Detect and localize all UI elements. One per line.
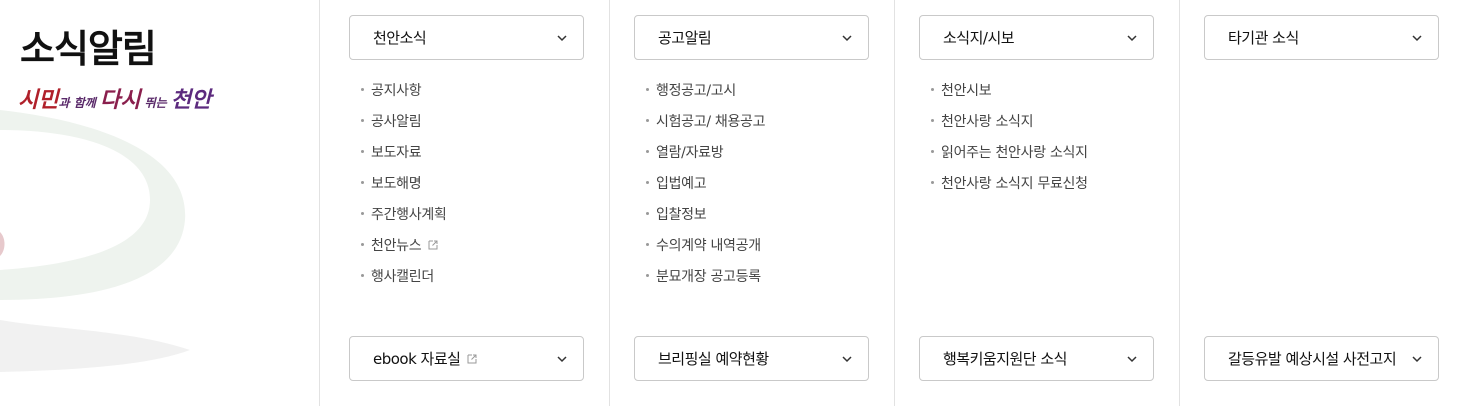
list-item[interactable]: 주간행사계획 (361, 198, 447, 229)
menu-link[interactable]: 열람/자료방 (656, 142, 724, 162)
column-divider (1179, 0, 1180, 406)
menu-link[interactable]: 행정공고/고시 (656, 80, 736, 100)
slogan-part-2: 과 함께 (58, 96, 100, 110)
list-item[interactable]: 열람/자료방 (646, 136, 765, 167)
chevron-down-icon (1412, 34, 1422, 41)
slogan: 시민과 함께 다시 뛰는 천안 (18, 82, 211, 114)
list-item[interactable]: 천안사랑 소식지 (931, 105, 1088, 136)
list-item[interactable]: 행사캘린더 (361, 260, 446, 291)
category-select-conflict-facilities[interactable]: 갈등유발 예상시설 사전고지 (1204, 336, 1439, 381)
category-select-happy-support[interactable]: 행복키움지원단 소식 (919, 336, 1154, 381)
list-item[interactable]: 수의계약 내역공개 (646, 229, 765, 260)
left-panel: 소식알림 시민과 함께 다시 뛰는 천안 (0, 0, 320, 406)
slogan-part-5: 천안 (170, 87, 212, 113)
list-item[interactable]: 공지사항 (361, 74, 446, 105)
chevron-down-icon (557, 355, 567, 362)
menu-link-external[interactable]: 천안뉴스 (371, 235, 439, 255)
select-label: 천안소식 (373, 29, 427, 47)
list-item[interactable]: 분묘개장 공고등록 (646, 260, 765, 291)
column-divider (609, 0, 610, 406)
category-select-ebook[interactable]: ebook 자료실 (349, 336, 584, 381)
list-item[interactable]: 행정공고/고시 (646, 74, 765, 105)
select-label: 브리핑실 예약현황 (658, 350, 769, 368)
slogan-part-4: 뛰는 (140, 96, 171, 110)
menu-link[interactable]: 천안사랑 소식지 (941, 111, 1034, 131)
external-link-icon (428, 240, 438, 249)
menu-link[interactable]: 공지사항 (371, 80, 422, 100)
select-label: ebook 자료실 (373, 350, 461, 368)
menu-link[interactable]: 천안사랑 소식지 무료신청 (941, 173, 1088, 193)
category-select-cheonan-news[interactable]: 천안소식 (349, 15, 584, 60)
category-select-newsletter[interactable]: 소식지/시보 (919, 15, 1154, 60)
menu-link[interactable]: 보도해명 (371, 173, 422, 193)
menu-link[interactable]: 시험공고/ 채용공고 (656, 111, 766, 131)
news-column-3: 소식지/시보 천안시보 천안사랑 소식지 읽어주는 천안사랑 소식지 천안사랑 … (919, 0, 1179, 406)
chevron-down-icon (1127, 355, 1137, 362)
menu-link[interactable]: 행사캘린더 (371, 266, 434, 286)
list-item[interactable]: 천안사랑 소식지 무료신청 (931, 167, 1088, 198)
list-item[interactable]: 읽어주는 천안사랑 소식지 (931, 136, 1088, 167)
category-select-other-agencies[interactable]: 타기관 소식 (1204, 15, 1439, 60)
news-column-1: 천안소식 공지사항 공사알림 보도자료 보도해명 주간행사계획 천안뉴스 행사캘… (349, 0, 609, 406)
select-label: 행복키움지원단 소식 (943, 350, 1067, 368)
menu-link[interactable]: 분묘개장 공고등록 (656, 266, 761, 286)
chevron-down-icon (557, 34, 567, 41)
news-column-2: 공고알림 행정공고/고시 시험공고/ 채용공고 열람/자료방 입법예고 입찰정보… (634, 0, 894, 406)
menu-link[interactable]: 수의계약 내역공개 (656, 235, 761, 255)
list-item[interactable]: 천안뉴스 (361, 229, 446, 260)
list-item[interactable]: 입찰정보 (646, 198, 765, 229)
menu-link[interactable]: 입법예고 (656, 173, 707, 193)
page-title: 소식알림 (20, 27, 157, 71)
list-item[interactable]: 시험공고/ 채용공고 (646, 105, 766, 136)
chevron-down-icon (1412, 355, 1422, 362)
category-select-notices[interactable]: 공고알림 (634, 15, 869, 60)
select-label: 공고알림 (658, 29, 712, 47)
slogan-part-3: 다시 (99, 87, 141, 113)
menu-link[interactable]: 천안시보 (941, 80, 992, 100)
list-item[interactable]: 보도해명 (361, 167, 446, 198)
menu-link[interactable]: 보도자료 (371, 142, 422, 162)
menu-link[interactable]: 공사알림 (371, 111, 422, 131)
menu-link[interactable]: 주간행사계획 (371, 204, 447, 224)
chevron-down-icon (1127, 34, 1137, 41)
slogan-part-1: 시민 (18, 87, 59, 113)
chevron-down-icon (842, 34, 852, 41)
menu-list: 천안시보 천안사랑 소식지 읽어주는 천안사랑 소식지 천안사랑 소식지 무료신… (931, 74, 1088, 198)
select-label: 타기관 소식 (1228, 29, 1299, 47)
chevron-down-icon (842, 355, 852, 362)
column-divider (894, 0, 895, 406)
list-item[interactable]: 공사알림 (361, 105, 446, 136)
list-item[interactable]: 천안시보 (931, 74, 1088, 105)
list-item[interactable]: 보도자료 (361, 136, 446, 167)
menu-list: 공지사항 공사알림 보도자료 보도해명 주간행사계획 천안뉴스 행사캘린더 (361, 74, 447, 291)
news-column-4: 타기관 소식 갈등유발 예상시설 사전고지 (1204, 0, 1464, 406)
column-divider (319, 0, 320, 406)
external-link-icon (467, 354, 477, 363)
menu-link[interactable]: 읽어주는 천안사랑 소식지 (941, 142, 1088, 162)
menu-list: 행정공고/고시 시험공고/ 채용공고 열람/자료방 입법예고 입찰정보 수의계약… (646, 74, 766, 291)
menu-link[interactable]: 입찰정보 (656, 204, 707, 224)
category-select-briefing-room[interactable]: 브리핑실 예약현황 (634, 336, 869, 381)
select-label: 갈등유발 예상시설 사전고지 (1228, 350, 1397, 368)
list-item[interactable]: 입법예고 (646, 167, 765, 198)
select-label: 소식지/시보 (943, 29, 1015, 47)
